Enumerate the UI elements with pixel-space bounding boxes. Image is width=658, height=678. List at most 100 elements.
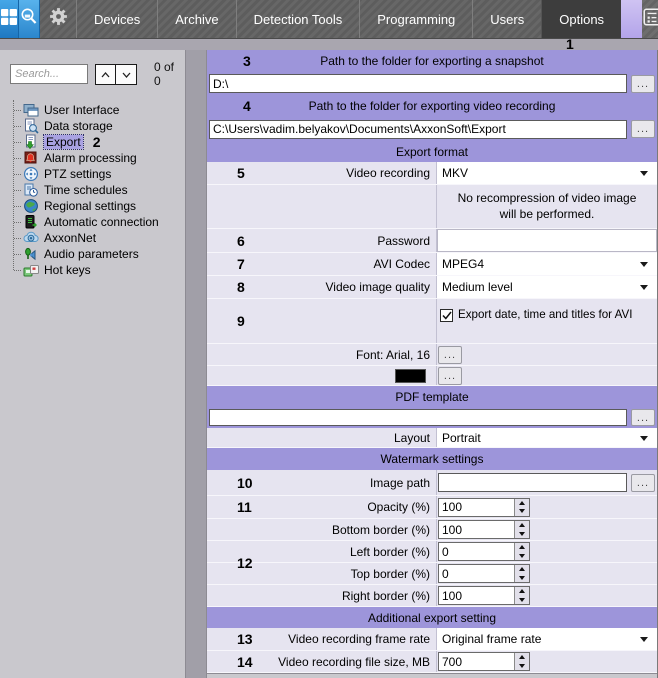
- right-border-input[interactable]: [439, 587, 514, 604]
- field-label: Video image quality: [325, 280, 430, 294]
- export-titles-row: 9 Export date, time and titles for AVI: [207, 299, 657, 344]
- camera-search-button[interactable]: [19, 0, 40, 38]
- spin-down-button[interactable]: [515, 662, 529, 671]
- axxonnet-cloud-icon: [23, 230, 39, 246]
- annotation-1: 1: [566, 36, 574, 52]
- snapshot-path-header: 3 Path to the folder for exporting a sna…: [207, 50, 657, 72]
- top-border-label: Top border (%): [207, 563, 437, 584]
- font-color-browse-button[interactable]: ...: [438, 367, 462, 385]
- search-prev-button[interactable]: [95, 64, 116, 85]
- video-path-input[interactable]: [209, 120, 627, 139]
- dropdown-arrow-icon: [640, 171, 648, 176]
- search-input[interactable]: [10, 64, 88, 84]
- video-quality-select[interactable]: Medium level: [437, 276, 657, 298]
- search-next-button[interactable]: [116, 64, 137, 85]
- tree-item-label: User Interface: [44, 103, 119, 117]
- layout-select[interactable]: Portrait: [437, 428, 657, 447]
- field-label: Right border (%): [342, 589, 430, 603]
- left-border-input[interactable]: [439, 543, 514, 560]
- spin-up-button[interactable]: [515, 543, 529, 552]
- spin-up-button[interactable]: [515, 565, 529, 574]
- sidebar-item-export[interactable]: Export 2: [0, 134, 185, 150]
- sidebar-item-axxonnet[interactable]: AxxonNet: [0, 230, 185, 246]
- sidebar-item-ptz-settings[interactable]: PTZ settings: [0, 166, 185, 182]
- sidebar-item-audio-parameters[interactable]: Audio parameters: [0, 246, 185, 262]
- user-interface-icon: [23, 102, 39, 118]
- pdf-browse-button[interactable]: ...: [631, 409, 655, 426]
- toolbar-lower-strip: [0, 38, 658, 50]
- spin-down-button[interactable]: [515, 574, 529, 583]
- avi-codec-label: 7 AVI Codec: [207, 253, 437, 275]
- tab-label: Devices: [94, 12, 140, 27]
- file-size-input[interactable]: [439, 653, 514, 670]
- video-recording-row: 5 Video recording MKV: [207, 162, 657, 185]
- pdf-template-input[interactable]: [209, 409, 627, 426]
- spin-up-button[interactable]: [515, 499, 529, 508]
- reports-button[interactable]: [642, 0, 658, 38]
- tab-label: Archive: [175, 12, 218, 27]
- snapshot-path-input[interactable]: [209, 74, 627, 93]
- tree-item-label: Hot keys: [44, 263, 91, 277]
- sidebar-item-regional-settings[interactable]: Regional settings: [0, 198, 185, 214]
- spin-down-button[interactable]: [515, 596, 529, 605]
- field-label: Bottom border (%): [332, 523, 430, 537]
- video-browse-button[interactable]: ...: [631, 120, 655, 138]
- magnifier-icon: [19, 7, 39, 32]
- header-label: Path to the folder for exporting video r…: [309, 99, 556, 113]
- tab-label: Detection Tools: [254, 12, 343, 27]
- spin-down-button[interactable]: [515, 552, 529, 561]
- settings-gear-button[interactable]: [40, 0, 76, 38]
- settings-sidebar: 0 of 0 User Interface Data storage Expor…: [0, 50, 186, 678]
- tab-devices[interactable]: Devices: [76, 0, 157, 38]
- field-label: Password: [377, 234, 430, 248]
- dropdown-arrow-icon: [640, 262, 648, 267]
- font-browse-button[interactable]: ...: [438, 346, 462, 364]
- tab-detection-tools[interactable]: Detection Tools: [236, 0, 360, 38]
- video-recording-select[interactable]: MKV: [437, 162, 657, 184]
- spin-down-button[interactable]: [515, 507, 529, 516]
- tab-programming[interactable]: Programming: [359, 0, 472, 38]
- tab-archive[interactable]: Archive: [157, 0, 235, 38]
- spin-up-button[interactable]: [515, 587, 529, 596]
- font-color-swatch[interactable]: [395, 369, 426, 383]
- search-nav-buttons: [95, 64, 137, 85]
- watermark-header: Watermark settings: [207, 448, 657, 470]
- audio-speaker-icon: [23, 246, 39, 262]
- sidebar-item-user-interface[interactable]: User Interface: [0, 102, 185, 118]
- image-path-browse-button[interactable]: ...: [631, 474, 655, 492]
- video-quality-row: 8 Video image quality Medium level: [207, 276, 657, 299]
- export-titles-checkbox[interactable]: [440, 309, 453, 322]
- sidebar-item-automatic-connection[interactable]: Automatic connection: [0, 214, 185, 230]
- server-connection-icon: [23, 214, 39, 230]
- avi-codec-select[interactable]: MPEG4: [437, 253, 657, 275]
- snapshot-browse-button[interactable]: ...: [631, 75, 655, 93]
- content-area: 0 of 0 User Interface Data storage Expor…: [0, 50, 658, 678]
- spin-down-button[interactable]: [515, 530, 529, 539]
- sidebar-item-data-storage[interactable]: Data storage: [0, 118, 185, 134]
- frame-rate-row: 13 Video recording frame rate Original f…: [207, 628, 657, 651]
- ptz-crosshair-icon: [23, 166, 39, 182]
- tab-options[interactable]: Options: [541, 0, 621, 38]
- frame-rate-select[interactable]: Original frame rate: [437, 628, 657, 650]
- layout-label: Layout: [207, 428, 437, 447]
- image-path-input[interactable]: [438, 473, 627, 492]
- sidebar-item-alarm-processing[interactable]: Alarm processing: [0, 150, 185, 166]
- sidebar-item-hot-keys[interactable]: Hot keys: [0, 262, 185, 278]
- opacity-input[interactable]: [439, 499, 514, 516]
- spin-up-button[interactable]: [515, 521, 529, 530]
- main-menu-button[interactable]: [0, 0, 19, 38]
- panel-bottom-filler: [207, 673, 657, 678]
- export-format-header: Export format: [207, 141, 657, 162]
- sidebar-item-time-schedules[interactable]: Time schedules: [0, 182, 185, 198]
- bottom-border-input[interactable]: [439, 521, 514, 538]
- settings-tree: User Interface Data storage Export 2 Ala…: [0, 102, 185, 278]
- additional-export-header: Additional export setting: [207, 607, 657, 628]
- recompression-note: No recompression of video image will be …: [437, 191, 657, 222]
- tab-bar: Devices Archive Detection Tools Programm…: [40, 0, 642, 38]
- tab-users[interactable]: Users: [472, 0, 541, 38]
- alarm-icon: [23, 150, 39, 166]
- password-input[interactable]: [437, 229, 657, 252]
- spin-up-button[interactable]: [515, 653, 529, 662]
- top-border-input[interactable]: [439, 565, 514, 582]
- font-color-row: ...: [207, 366, 657, 386]
